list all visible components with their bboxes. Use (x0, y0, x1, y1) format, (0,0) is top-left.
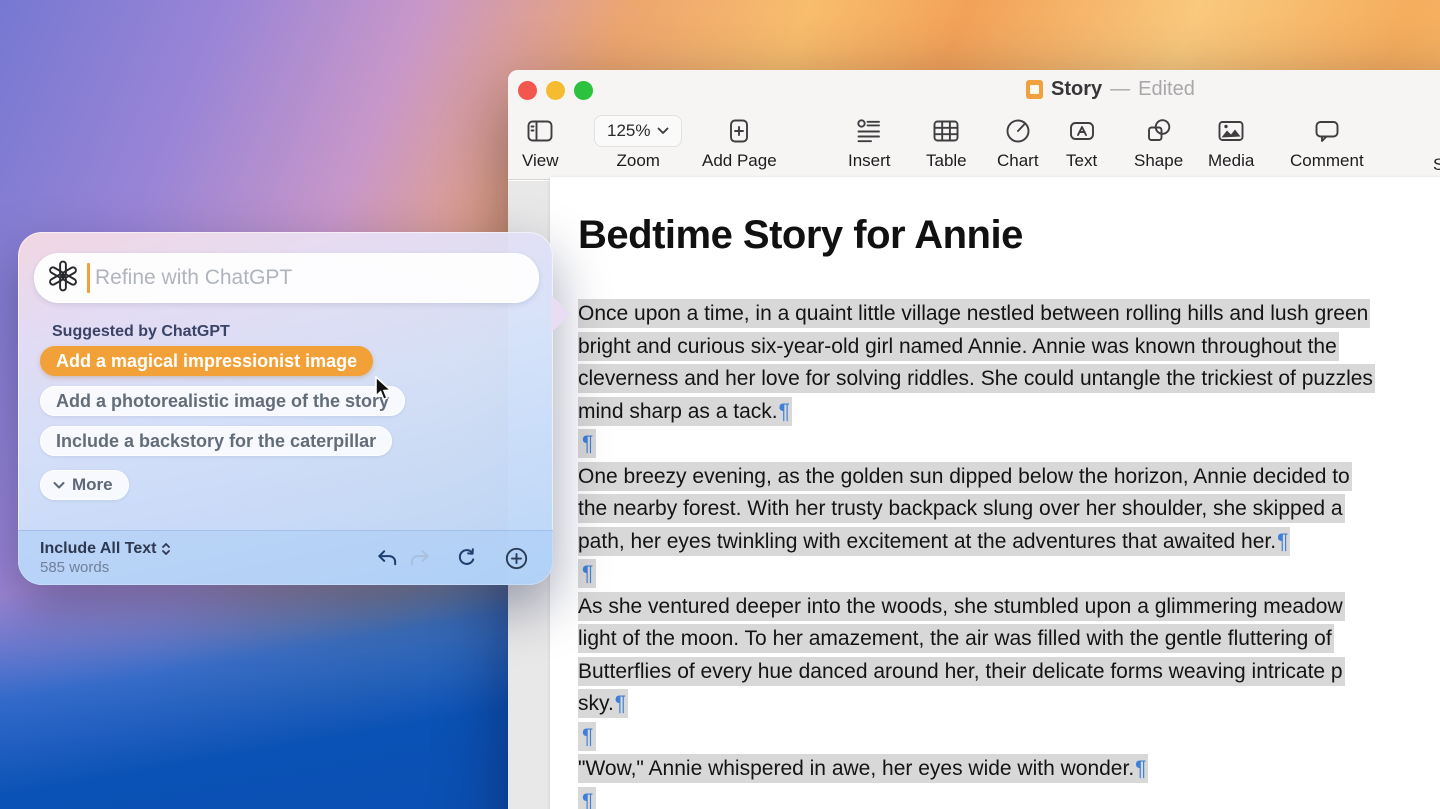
paragraph-break[interactable]: ¶ (578, 428, 1440, 461)
toolbar-text-button[interactable]: Text (1066, 112, 1097, 171)
document-line[interactable]: bright and curious six-year-old girl nam… (578, 331, 1440, 364)
traffic-lights (518, 81, 593, 100)
toolbar-insert-button[interactable]: Insert (848, 112, 891, 171)
add-button[interactable] (504, 546, 529, 571)
more-button[interactable]: More (40, 470, 129, 500)
suggestion-pill[interactable]: Add a photorealistic image of the story (40, 386, 406, 416)
document-heading[interactable]: Bedtime Story for Annie (578, 213, 1023, 258)
text-caret (87, 263, 90, 293)
document-file-icon (1026, 80, 1043, 99)
regenerate-button[interactable] (455, 547, 478, 570)
toolbar-view-button[interactable]: View (522, 112, 559, 171)
view-sidebar-icon (525, 112, 555, 150)
document-line[interactable]: cleverness and her love for solving ridd… (578, 363, 1440, 396)
toolbar-zoom-control[interactable]: 125% Zoom (594, 112, 683, 171)
toolbar-add-page-button[interactable]: Add Page (702, 112, 777, 171)
minimize-button[interactable] (546, 81, 565, 100)
document-line[interactable]: path, her eyes twinkling with excitement… (578, 526, 1440, 559)
zoom-dropdown[interactable]: 125% (594, 112, 683, 150)
insert-icon (854, 112, 884, 150)
document-line[interactable]: the nearby forest. With her trusty backp… (578, 493, 1440, 526)
edited-status: Edited (1138, 78, 1195, 100)
title-separator: — (1110, 78, 1131, 100)
document-line[interactable]: sky.¶ (578, 688, 1440, 721)
mouse-cursor (374, 375, 398, 408)
document-line[interactable]: One breezy evening, as the golden sun di… (578, 461, 1440, 494)
suggestion-pill[interactable]: Add a magical impressionist image (40, 346, 374, 376)
document-line[interactable]: Once upon a time, in a quaint little vil… (578, 298, 1440, 331)
input-placeholder: Refine with ChatGPT (95, 266, 293, 289)
table-icon (931, 112, 961, 150)
scope-selector[interactable]: Include All Text 585 words (40, 540, 171, 576)
toolbar-comment-button[interactable]: Comment (1290, 112, 1364, 171)
toolbar-media-button[interactable]: Media (1208, 112, 1254, 171)
text-box-icon (1067, 112, 1097, 150)
chatgpt-panel: Refine with ChatGPT Suggested by ChatGPT… (18, 232, 571, 585)
openai-logo-icon (46, 259, 80, 298)
plus-circle-icon (505, 547, 528, 569)
panel-footer: Include All Text 585 words (18, 530, 553, 585)
toolbar-shape-button[interactable]: Shape (1134, 112, 1183, 171)
toolbar-table-button[interactable]: Table (926, 112, 967, 171)
word-count: 585 words (40, 559, 110, 576)
desktop: Story — Edited View 125% Zoom Add Page I… (0, 0, 1440, 809)
paragraph-break[interactable]: ¶ (578, 786, 1440, 809)
chart-pie-icon (1003, 112, 1033, 150)
refine-input[interactable]: Refine with ChatGPT (34, 253, 539, 303)
document-line[interactable]: light of the moon. To her amazement, the… (578, 623, 1440, 656)
document-line[interactable]: As she ventured deeper into the woods, s… (578, 591, 1440, 624)
footer-actions (376, 546, 529, 571)
chevron-down-icon (53, 481, 65, 488)
document-line[interactable]: mind sharp as a tack.¶ (578, 396, 1440, 429)
fullscreen-button[interactable] (574, 81, 593, 100)
undo-icon (378, 549, 397, 565)
scope-label: Include All Text (40, 540, 157, 557)
undo-button[interactable] (376, 547, 399, 570)
up-down-selector-icon (162, 543, 171, 555)
window-title: Story — Edited (1026, 78, 1195, 101)
window-titlebar: Story — Edited (508, 70, 1440, 108)
pages-window: Story — Edited View 125% Zoom Add Page I… (508, 70, 1440, 809)
toolbar-overflow-partial: S (1433, 155, 1440, 174)
media-icon (1216, 112, 1246, 150)
document-name: Story (1051, 78, 1103, 100)
suggestion-list: Add a magical impressionist image Add a p… (40, 346, 406, 456)
toolbar: View 125% Zoom Add Page Insert Table Cha… (508, 108, 1440, 180)
comment-icon (1312, 112, 1342, 150)
document-line[interactable]: "Wow," Annie whispered in awe, her eyes … (578, 753, 1440, 786)
paragraph-break[interactable]: ¶ (578, 558, 1440, 591)
toolbar-chart-button[interactable]: Chart (997, 112, 1039, 171)
document-lines: Once upon a time, in a quaint little vil… (578, 298, 1440, 809)
document-page[interactable]: Bedtime Story for Annie Once upon a time… (550, 177, 1440, 809)
redo-button[interactable] (408, 547, 431, 570)
document-area: Bedtime Story for Annie Once upon a time… (508, 177, 1440, 809)
chevron-down-icon (658, 127, 669, 134)
redo-icon (410, 549, 429, 565)
paragraph-break[interactable]: ¶ (578, 721, 1440, 754)
document-line[interactable]: Butterflies of every hue danced around h… (578, 656, 1440, 689)
add-page-icon (724, 112, 754, 150)
suggested-by-label: Suggested by ChatGPT (52, 323, 230, 340)
suggestion-pill[interactable]: Include a backstory for the caterpillar (40, 426, 393, 456)
refresh-icon (458, 547, 475, 565)
close-button[interactable] (518, 81, 537, 100)
shape-icon (1144, 112, 1174, 150)
